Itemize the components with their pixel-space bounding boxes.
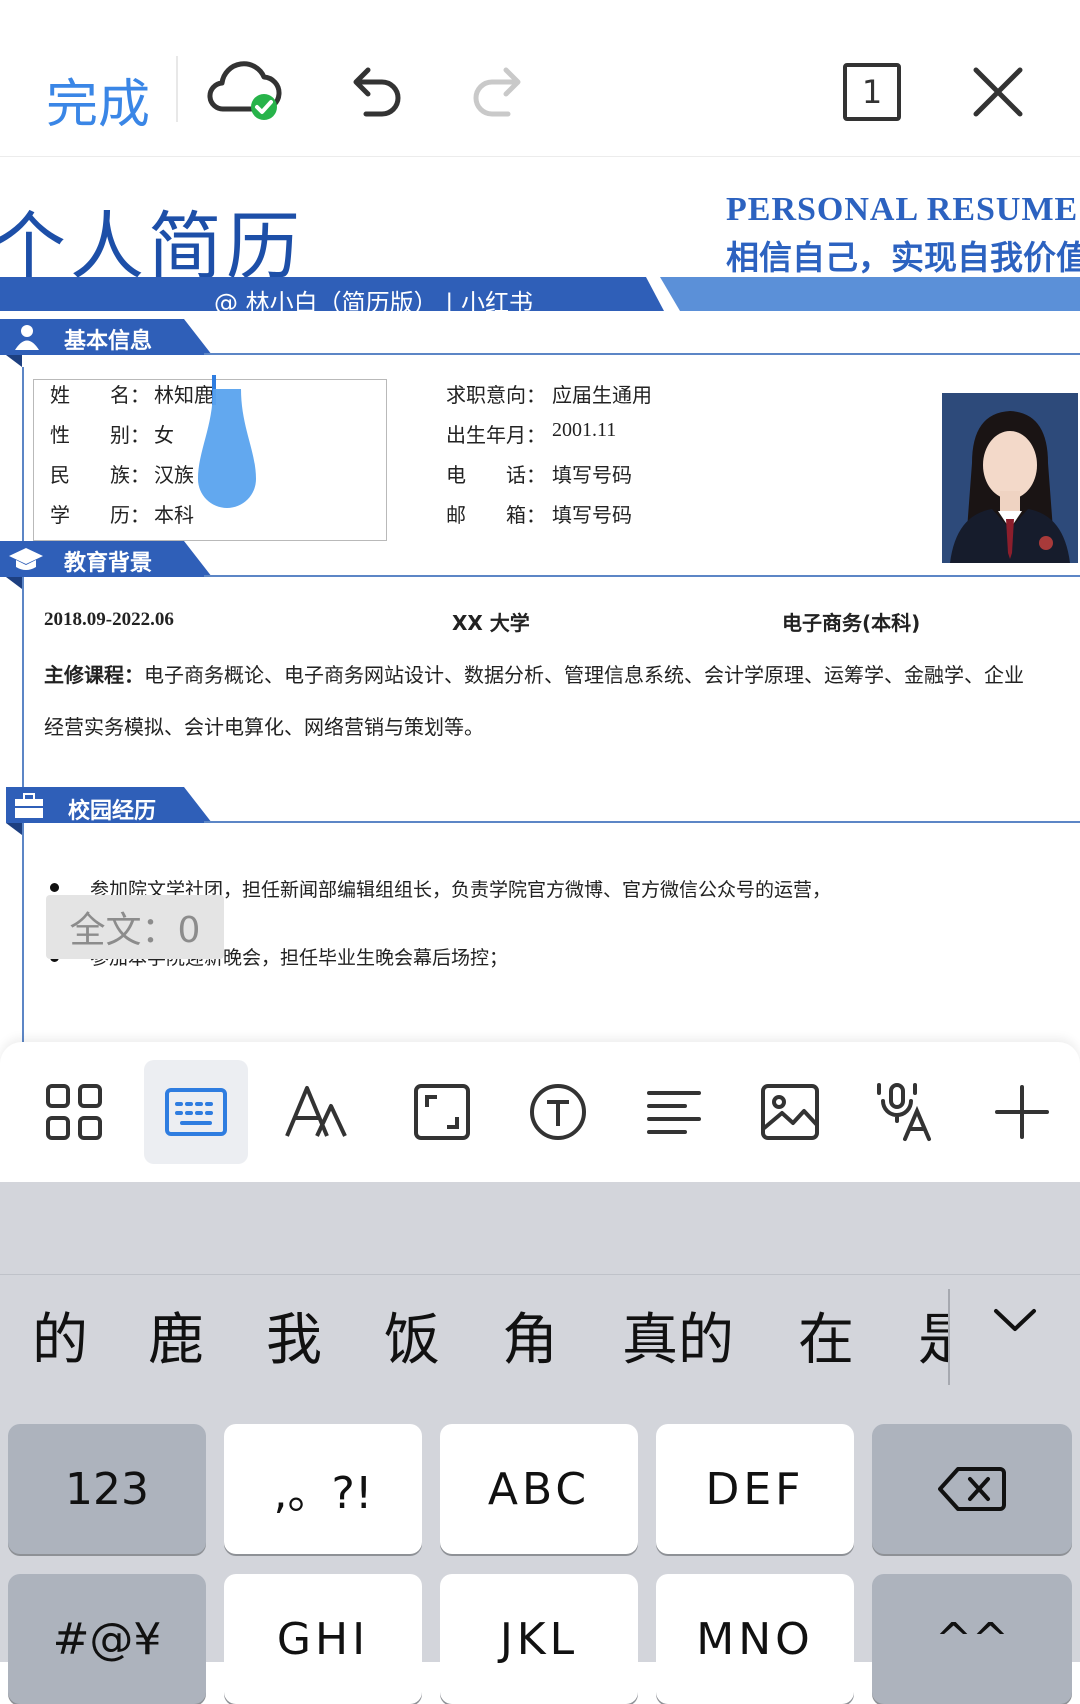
section-title-campus: 校园经历 <box>68 799 157 824</box>
courses-line-2[interactable]: 经营实务模拟、会计电算化、网络营销与策划等。 <box>44 711 484 740</box>
key-abc[interactable]: ABC <box>440 1424 638 1554</box>
intent-value[interactable]: 应届生通用 <box>552 379 652 408</box>
ime-keyboard: 的 鹿 我 饭 角 真的 在 是 123 ,。?! ABC DEF #@¥ GH… <box>0 1182 1080 1704</box>
top-toolbar: 完成 1 <box>0 0 1080 157</box>
section-title-education: 教育背景 <box>64 551 153 576</box>
courses-label: 主修课程： <box>44 663 144 687</box>
section-line <box>204 821 1080 823</box>
keyboard-suggestion-bar <box>0 1182 1080 1273</box>
toolbar-divider <box>176 56 178 122</box>
text-box-icon[interactable] <box>508 1062 608 1162</box>
section-line <box>204 575 1080 577</box>
phone-value[interactable]: 填写号码 <box>552 459 632 488</box>
graduation-cap-icon <box>8 545 44 577</box>
courses-line-1[interactable]: 主修课程：电子商务概论、电子商务网站设计、数据分析、管理信息系统、会计学原理、运… <box>44 659 1024 688</box>
key-mno[interactable]: MNO <box>656 1574 854 1704</box>
undo-icon[interactable] <box>334 52 414 132</box>
section-title-basic: 基本信息 <box>64 329 153 354</box>
profile-photo[interactable] <box>942 393 1078 563</box>
page-count-icon[interactable]: 1 <box>832 52 912 132</box>
voice-to-text-icon[interactable] <box>856 1062 956 1162</box>
education-school[interactable]: XX 大学 <box>452 607 530 636</box>
banner-text: @ 林小白（简历版） | 小红书 <box>214 289 533 317</box>
timeline-line <box>22 367 24 1042</box>
key-jkl[interactable]: JKL <box>440 1574 638 1704</box>
candidate-5[interactable]: 真的 <box>622 1295 734 1376</box>
ethnic-label: 民 族： <box>50 463 150 487</box>
ethnic-value[interactable]: 汉族 <box>154 459 194 488</box>
education-major[interactable]: 电子商务(本科) <box>782 607 920 636</box>
candidate-4[interactable]: 角 <box>502 1295 558 1376</box>
briefcase-icon <box>14 793 44 823</box>
cloud-check-icon[interactable] <box>206 52 286 132</box>
key-123[interactable]: 123 <box>8 1424 206 1554</box>
key-ghi[interactable]: GHI <box>224 1574 422 1704</box>
paragraph-align-icon[interactable] <box>624 1062 724 1162</box>
degree-value[interactable]: 本科 <box>154 499 194 528</box>
keyboard-icon[interactable] <box>144 1060 248 1164</box>
text-style-icon[interactable] <box>266 1062 366 1162</box>
close-icon[interactable] <box>958 52 1038 132</box>
resume-title-en: PERSONAL RESUME <box>726 191 1079 228</box>
apps-grid-icon[interactable] <box>24 1062 124 1162</box>
education-period[interactable]: 2018.09-2022.06 <box>44 609 174 631</box>
user-icon <box>12 323 42 355</box>
page-count: 1 <box>843 63 901 121</box>
key-emoticon[interactable]: ^^ <box>872 1574 1072 1704</box>
email-value[interactable]: 填写号码 <box>552 499 632 528</box>
phone-label: 电 话： <box>446 463 546 487</box>
redo-icon[interactable] <box>460 52 540 132</box>
gender-value[interactable]: 女 <box>154 419 174 448</box>
key-symbols[interactable]: #@¥ <box>8 1574 206 1704</box>
chevron-down-icon[interactable] <box>992 1305 1038 1339</box>
candidate-bar: 的 鹿 我 饭 角 真的 在 是 <box>0 1274 1080 1415</box>
gender-label: 性 别： <box>50 423 150 447</box>
image-icon[interactable] <box>740 1062 840 1162</box>
candidate-1[interactable]: 鹿 <box>148 1295 204 1376</box>
delete-key[interactable] <box>872 1424 1072 1554</box>
key-def[interactable]: DEF <box>656 1424 854 1554</box>
format-toolbar <box>0 1042 1080 1182</box>
birth-label: 出生年月： <box>446 423 546 447</box>
title-banner <box>0 277 1080 311</box>
courses-text-1: 电子商务概论、电子商务网站设计、数据分析、管理信息系统、会计学原理、运筹学、金融… <box>144 663 1024 687</box>
cursor-handle-icon[interactable] <box>198 389 256 529</box>
section-line <box>204 353 1080 355</box>
candidate-0[interactable]: 的 <box>32 1295 88 1376</box>
candidate-6[interactable]: 在 <box>798 1295 854 1376</box>
resume-motto: 相信自己，实现自我价值 <box>726 238 1080 277</box>
word-count-badge: 全文：0 <box>46 895 224 959</box>
bullet <box>50 883 59 892</box>
candidate-clip: 是 <box>914 1275 950 1399</box>
add-icon[interactable] <box>972 1062 1072 1162</box>
done-button[interactable]: 完成 <box>46 62 150 137</box>
name-label: 姓 名： <box>50 383 150 407</box>
candidate-2[interactable]: 我 <box>266 1295 322 1376</box>
degree-label: 学 历： <box>50 503 150 527</box>
fullscreen-icon[interactable] <box>392 1062 492 1162</box>
birth-value[interactable]: 2001.11 <box>552 419 616 442</box>
candidate-7[interactable]: 是 <box>918 1295 950 1376</box>
candidate-divider <box>948 1289 950 1385</box>
intent-label: 求职意向： <box>446 383 546 407</box>
backspace-icon <box>938 1467 1006 1511</box>
email-label: 邮 箱： <box>446 503 546 527</box>
candidate-3[interactable]: 饭 <box>384 1295 440 1376</box>
key-punctuation[interactable]: ,。?! <box>224 1424 422 1554</box>
